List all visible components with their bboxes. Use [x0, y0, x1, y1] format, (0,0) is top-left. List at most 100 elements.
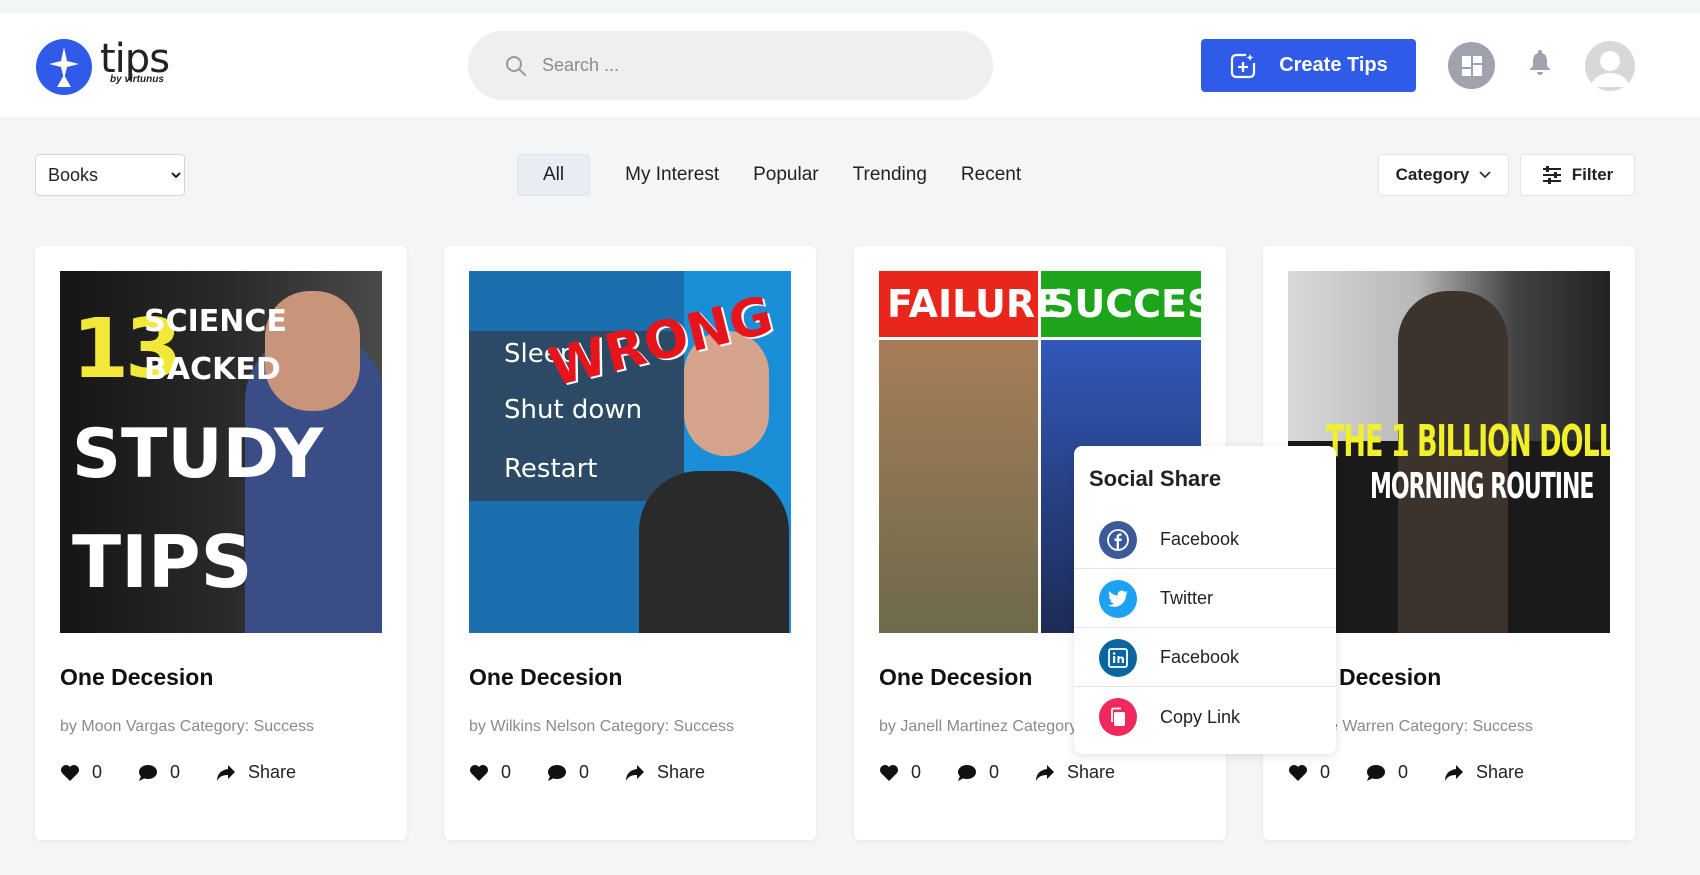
like-count: 0	[911, 762, 922, 782]
header: tips by virtunus Create Tips	[0, 13, 1700, 117]
tip-title[interactable]: One Decesion	[469, 664, 622, 691]
thumb-text-tips: TIPS	[72, 520, 253, 604]
share-button[interactable]: Share	[216, 762, 296, 783]
filter-bar: Books All My Interest Popular Trending R…	[0, 150, 1700, 200]
like-button[interactable]: 0	[879, 762, 921, 783]
logo[interactable]: tips by virtunus	[36, 36, 170, 95]
comment-button[interactable]: 0	[1366, 762, 1408, 783]
category-dropdown-button[interactable]: Category	[1378, 154, 1509, 196]
tab-recent[interactable]: Recent	[944, 154, 1038, 196]
dashboard-icon	[1461, 55, 1482, 76]
tip-meta: e Warren Category: Success	[1329, 718, 1533, 735]
comment-icon	[548, 764, 567, 781]
social-share-popover: Social Share Facebook Twitter Facebook C…	[1074, 446, 1336, 754]
tip-title[interactable]: Decesion	[1339, 664, 1441, 691]
search-bar	[468, 31, 993, 100]
like-button[interactable]: 0	[469, 762, 511, 783]
search-input[interactable]	[542, 55, 942, 76]
comment-button[interactable]: 0	[547, 762, 589, 783]
tip-title[interactable]: One Decesion	[879, 664, 1032, 691]
tip-thumbnail[interactable]: Sleep Shut down Restart WRONG	[469, 271, 791, 633]
failure-photo	[879, 340, 1038, 633]
comment-count: 0	[170, 762, 181, 782]
share-icon	[217, 764, 236, 781]
tip-card[interactable]: 13 SCIENCE BACKED STUDY TIPS One Decesio…	[35, 246, 407, 840]
category-select[interactable]: Books	[35, 154, 185, 196]
tip-actions: 0 0 Share	[1288, 762, 1560, 783]
tip-thumbnail[interactable]: 13 SCIENCE BACKED STUDY TIPS	[60, 271, 382, 633]
heart-icon	[470, 764, 488, 781]
like-button[interactable]: 0	[1288, 762, 1330, 783]
tip-actions: 0 0 Share	[469, 762, 741, 783]
share-icon	[1445, 764, 1464, 781]
share-option-label: Twitter	[1160, 588, 1214, 608]
share-option-linkedin[interactable]: Facebook	[1074, 629, 1336, 687]
thumb-text-study: STUDY	[72, 415, 324, 494]
create-tips-label: Create Tips	[1279, 54, 1388, 76]
thumb-text-backed: BACKED	[144, 352, 281, 387]
comment-button[interactable]: 0	[138, 762, 180, 783]
share-button[interactable]: Share	[625, 762, 705, 783]
share-button[interactable]: Share	[1035, 762, 1115, 783]
tip-actions: 0 0 Share	[60, 762, 332, 783]
share-icon	[1036, 764, 1055, 781]
share-label: Share	[248, 762, 297, 782]
create-tips-button[interactable]: Create Tips	[1201, 39, 1416, 92]
add-document-icon	[1231, 53, 1256, 78]
filter-button[interactable]: Filter	[1520, 154, 1635, 196]
share-label: Share	[1067, 762, 1116, 782]
tip-card[interactable]: Sleep Shut down Restart WRONG One Decesi…	[444, 246, 816, 840]
logo-star-icon	[36, 39, 92, 95]
heart-icon	[61, 764, 79, 781]
like-button[interactable]: 0	[60, 762, 102, 783]
feed-tabs: All My Interest Popular Trending Recent	[517, 154, 1038, 196]
share-option-label: Copy Link	[1160, 706, 1241, 727]
tip-meta: by Wilkins Nelson Category: Success	[469, 718, 734, 735]
tab-all[interactable]: All	[517, 154, 591, 196]
person-figure	[639, 471, 789, 633]
share-option-facebook[interactable]: Facebook	[1074, 511, 1336, 569]
user-avatar[interactable]	[1585, 41, 1635, 91]
tip-title[interactable]: One Decesion	[60, 664, 213, 691]
tab-popular[interactable]: Popular	[736, 154, 836, 196]
thumb-text-science: SCIENCE	[144, 304, 287, 339]
search-icon	[506, 55, 526, 76]
notification-bell-icon[interactable]	[1528, 48, 1552, 81]
heart-icon	[1289, 764, 1307, 781]
filter-label: Filter	[1571, 165, 1614, 184]
comment-icon	[139, 764, 158, 781]
logo-sub: by virtunus	[110, 74, 164, 85]
dashboard-button[interactable]	[1448, 42, 1495, 89]
chevron-down-icon	[1479, 171, 1491, 179]
share-option-twitter[interactable]: Twitter	[1074, 570, 1336, 628]
comment-button[interactable]: 0	[957, 762, 999, 783]
share-icon	[626, 764, 645, 781]
heart-icon	[880, 764, 898, 781]
tab-my-interest[interactable]: My Interest	[608, 154, 736, 196]
thumb-text-restart: Restart	[504, 454, 598, 484]
share-option-label: Facebook	[1160, 529, 1240, 549]
facebook-icon	[1099, 520, 1137, 559]
social-share-title: Social Share	[1089, 466, 1222, 491]
share-option-label: Facebook	[1160, 647, 1240, 667]
share-option-copy-link[interactable]: Copy Link	[1074, 688, 1336, 746]
category-label: Category	[1395, 165, 1470, 184]
comment-icon	[958, 764, 977, 781]
linkedin-icon	[1099, 638, 1137, 677]
share-button[interactable]: Share	[1444, 762, 1524, 783]
thumb-text-billion: THE 1 BILLION DOLLAR	[1326, 417, 1610, 468]
share-label: Share	[1476, 762, 1525, 782]
thumb-text-routine: MORNING ROUTINE	[1370, 467, 1594, 508]
like-count: 0	[1320, 762, 1331, 782]
share-label: Share	[657, 762, 706, 782]
thumb-text-shutdown: Shut down	[504, 395, 643, 425]
twitter-icon	[1099, 579, 1137, 618]
tip-thumbnail[interactable]: THE 1 BILLION DOLLAR MORNING ROUTINE	[1288, 271, 1610, 633]
copy-link-icon	[1099, 698, 1137, 736]
logo-word: tips	[100, 36, 170, 82]
tip-actions: 0 0 Share	[879, 762, 1151, 783]
comment-icon	[1367, 764, 1386, 781]
tab-trending[interactable]: Trending	[836, 154, 944, 196]
thumb-text-success: SUCCESS	[1047, 282, 1201, 326]
like-count: 0	[501, 762, 512, 782]
